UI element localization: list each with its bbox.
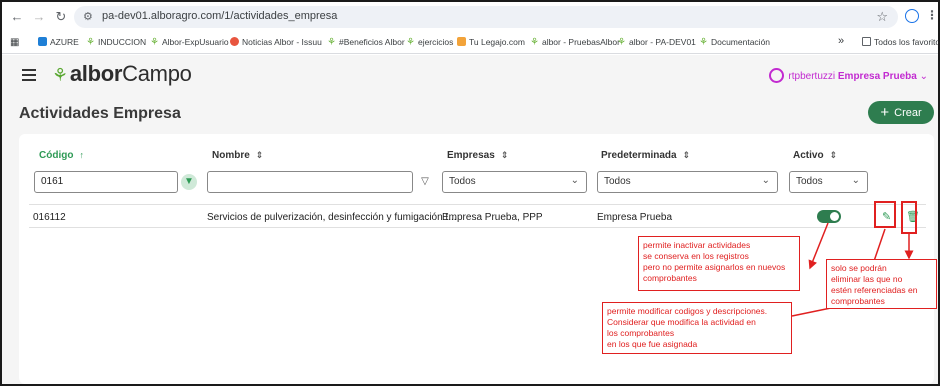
note-inactivar: permite inactivar actividades se conserv… xyxy=(638,236,800,291)
annotation-arrows xyxy=(791,222,914,317)
note-modificar: permite modificar codigos y descripcione… xyxy=(602,302,792,354)
screenshot-frame: ← → ↻ ⚙ pa-dev01.alboragro.com/1/activid… xyxy=(0,0,940,386)
note-eliminar: solo se podrán eliminar las que no estén… xyxy=(826,259,937,309)
